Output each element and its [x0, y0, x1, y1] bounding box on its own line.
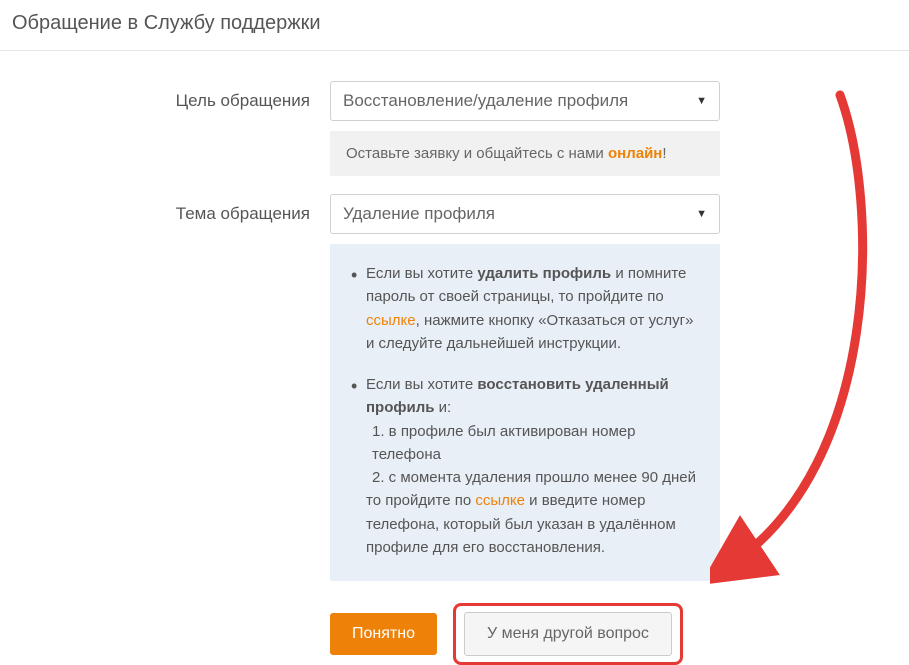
info-bold: удалить профиль	[477, 265, 611, 282]
info-link[interactable]: ссылке	[475, 492, 525, 509]
info-text: то пройдите по	[366, 492, 475, 509]
topic-select-value: Удаление профиля	[343, 204, 696, 224]
ok-button[interactable]: Понятно	[330, 613, 437, 655]
info-box: Если вы хотите удалить профиль и помните…	[330, 244, 720, 581]
info-item-restore: Если вы хотите восстановить удаленный пр…	[366, 373, 702, 559]
chevron-down-icon: ▼	[696, 208, 707, 220]
notice-text-prefix: Оставьте заявку и общайтесь с нами	[346, 145, 608, 162]
notice-highlight: онлайн	[608, 145, 662, 162]
notice-text-suffix: !	[662, 145, 666, 162]
info-subline-2: 2. с момента удаления прошло менее 90 дн…	[372, 466, 702, 489]
annotation-highlight-frame: У меня другой вопрос	[453, 603, 683, 665]
info-text: Если вы хотите	[366, 265, 477, 282]
chevron-down-icon: ▼	[696, 95, 707, 107]
purpose-row: Цель обращения Восстановление/удаление п…	[0, 81, 909, 176]
topic-select[interactable]: Удаление профиля ▼	[330, 194, 720, 234]
button-row: Понятно У меня другой вопрос	[330, 603, 730, 665]
info-text: и:	[434, 399, 451, 416]
topic-label: Тема обращения	[0, 194, 330, 665]
purpose-select-value: Восстановление/удаление профиля	[343, 91, 696, 111]
support-form: Цель обращения Восстановление/удаление п…	[0, 51, 909, 665]
purpose-select[interactable]: Восстановление/удаление профиля ▼	[330, 81, 720, 121]
page-title: Обращение в Службу поддержки	[0, 0, 909, 51]
info-link[interactable]: ссылке	[366, 312, 416, 329]
info-text: Если вы хотите	[366, 376, 477, 393]
online-notice: Оставьте заявку и общайтесь с нами онлай…	[330, 131, 720, 176]
info-item-delete: Если вы хотите удалить профиль и помните…	[366, 262, 702, 355]
topic-row: Тема обращения Удаление профиля ▼ Если в…	[0, 194, 909, 665]
info-text: , нажмите кнопку «Отказаться от услуг» и…	[366, 312, 693, 352]
other-question-button[interactable]: У меня другой вопрос	[464, 612, 672, 656]
info-subline-1: 1. в профиле был активирован номер телеф…	[372, 420, 702, 467]
purpose-label: Цель обращения	[0, 81, 330, 176]
